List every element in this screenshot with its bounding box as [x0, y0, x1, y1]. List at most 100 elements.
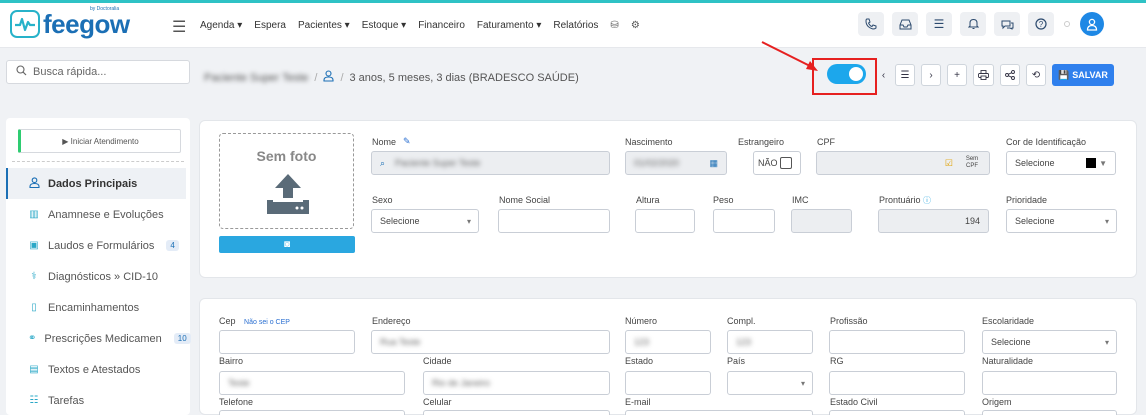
feegow-logo[interactable]: feegow: [10, 10, 130, 38]
quick-search[interactable]: Busca rápida...: [6, 60, 190, 84]
cep-field[interactable]: [219, 330, 355, 354]
cor-value: Selecione: [1015, 158, 1055, 168]
cor-identificacao-select[interactable]: Selecione ▼: [1006, 151, 1116, 175]
sidebar-item-prescricoes[interactable]: ⚭ Prescrições Medicamen 10 s: [6, 323, 204, 354]
status-dot: [1064, 21, 1070, 27]
user-avatar[interactable]: [1080, 12, 1104, 36]
peso-field[interactable]: [713, 209, 775, 233]
tasks-icon: ☷: [29, 395, 39, 406]
search-input[interactable]: Busca rápida...: [33, 66, 106, 78]
prontuario-field: 194: [878, 209, 989, 233]
sidebar-item-anamnese[interactable]: ▥ Anamnese e Evoluções: [6, 199, 190, 230]
hamburger-menu-icon[interactable]: ☰: [172, 17, 186, 37]
chevron-down-icon: ▾: [1104, 337, 1109, 347]
imc-field: [791, 209, 852, 233]
top-header: feegow by Doctoralia ☰ Agenda ▾ Espera P…: [0, 3, 1146, 48]
estado-civil-select[interactable]: [829, 410, 965, 415]
phone-icon[interactable]: [858, 12, 884, 36]
share-icon[interactable]: [1000, 64, 1020, 86]
compl-value: 123: [736, 337, 752, 347]
history-icon[interactable]: ⟲: [1026, 64, 1046, 86]
checkbox-checked-icon[interactable]: ☑: [945, 158, 953, 169]
sidebar-item-textos[interactable]: ▤ Textos e Atestados: [6, 354, 190, 385]
compl-label: Compl.: [727, 316, 756, 326]
pais-label: País: [727, 356, 746, 366]
profissao-field[interactable]: [829, 330, 965, 354]
start-appointment-button[interactable]: ▶ Iniciar Atendimento: [18, 129, 181, 153]
numero-field[interactable]: 123: [625, 330, 711, 354]
sidebar-item-encaminhamentos[interactable]: ▯ Encaminhamentos: [6, 292, 190, 323]
nascimento-field[interactable]: 01/02/2020 ▦: [625, 151, 727, 175]
pills-icon: ⚭: [28, 333, 37, 344]
estrangeiro-value: NÃO: [758, 158, 778, 168]
sidebar-item-laudos[interactable]: ▣ Laudos e Formulários 4: [6, 230, 190, 261]
info-icon[interactable]: ⓘ: [923, 196, 931, 205]
sidebar-item-dados-principais[interactable]: Dados Principais: [6, 168, 186, 199]
nav-relatorios[interactable]: Relatórios: [553, 20, 598, 31]
breadcrumb-separator: /: [340, 71, 344, 84]
edit-icon[interactable]: ✎: [403, 136, 411, 147]
calendar-icon[interactable]: ▦: [709, 158, 718, 169]
origem-select[interactable]: [982, 410, 1117, 415]
numero-label: Número: [625, 316, 658, 326]
estrangeiro-toggle[interactable]: NÃO: [753, 151, 801, 175]
nav-faturamento[interactable]: Faturamento ▾: [477, 20, 542, 31]
estado-field[interactable]: [625, 371, 711, 395]
nome-field[interactable]: ⌕ Paciente Super Teste: [371, 151, 610, 175]
count-badge: 4: [166, 240, 179, 251]
pais-select[interactable]: ▾: [727, 371, 813, 395]
add-icon[interactable]: +: [947, 64, 967, 86]
chat-icon[interactable]: [994, 12, 1020, 36]
nao-sei-cep-link[interactable]: Não sei o CEP: [244, 319, 290, 326]
email-field[interactable]: [625, 410, 813, 415]
main-nav: Agenda ▾ Espera Pacientes ▾ Estoque ▾ Fi…: [200, 20, 640, 31]
compl-field[interactable]: 123: [727, 330, 813, 354]
escolaridade-select[interactable]: Selecione ▾: [982, 330, 1117, 354]
toggle-switch[interactable]: [827, 64, 866, 84]
celular-field[interactable]: [423, 410, 610, 415]
sidebar-item-tarefas[interactable]: ☷ Tarefas: [6, 385, 190, 415]
naturalidade-field[interactable]: [982, 371, 1117, 395]
endereco-label: Endereço: [372, 316, 411, 326]
previous-icon[interactable]: ‹: [878, 64, 889, 86]
cpf-field[interactable]: ☑ Sem CPF: [816, 151, 990, 175]
checklist-icon[interactable]: ☰: [926, 12, 952, 36]
naturalidade-label: Naturalidade: [982, 356, 1034, 366]
nome-social-field[interactable]: [498, 209, 610, 233]
help-icon[interactable]: ?: [1028, 12, 1054, 36]
next-icon[interactable]: ›: [921, 64, 941, 86]
sexo-select[interactable]: Selecione ▾: [371, 209, 479, 233]
camera-button[interactable]: ◙: [219, 236, 355, 253]
sidebar-item-label: Dados Principais: [48, 177, 138, 190]
estrangeiro-checkbox[interactable]: [779, 157, 792, 169]
endereco-field[interactable]: Rua Teste: [371, 330, 610, 354]
settings-icon[interactable]: ⚙: [631, 20, 640, 31]
inbox-icon[interactable]: [892, 12, 918, 36]
database-icon[interactable]: ⛁: [610, 20, 618, 31]
nav-espera[interactable]: Espera: [254, 20, 286, 31]
rg-field[interactable]: [829, 371, 965, 395]
print-icon[interactable]: [973, 64, 994, 86]
cidade-field[interactable]: Rio de Janeiro: [423, 371, 610, 395]
stethoscope-icon: ⚕: [31, 271, 37, 282]
imc-label: IMC: [792, 195, 809, 205]
bell-icon[interactable]: [960, 12, 986, 36]
photo-placeholder[interactable]: Sem foto: [219, 133, 354, 229]
telefone-field[interactable]: [219, 410, 405, 415]
bairro-field[interactable]: Teste: [219, 371, 405, 395]
search-icon: ⌕: [380, 157, 386, 168]
prioridade-select[interactable]: Selecione ▾: [1006, 209, 1117, 233]
save-button[interactable]: 💾 SALVAR: [1052, 64, 1114, 86]
nav-estoque[interactable]: Estoque ▾: [362, 20, 407, 31]
nav-agenda[interactable]: Agenda ▾: [200, 20, 242, 31]
estado-civil-label: Estado Civil: [830, 397, 878, 407]
nav-pacientes[interactable]: Pacientes ▾: [298, 20, 350, 31]
list-icon[interactable]: ☰: [895, 64, 915, 86]
nome-label: Nome: [372, 137, 397, 147]
sidebar-item-label: Laudos e Formulários: [48, 239, 155, 252]
altura-label: Altura: [636, 195, 660, 205]
nav-financeiro[interactable]: Financeiro: [418, 20, 465, 31]
logo-byline: by Doctoralia: [90, 6, 120, 12]
sidebar-item-diagnosticos[interactable]: ⚕ Diagnósticos » CID-10: [6, 261, 190, 292]
altura-field[interactable]: [635, 209, 695, 233]
